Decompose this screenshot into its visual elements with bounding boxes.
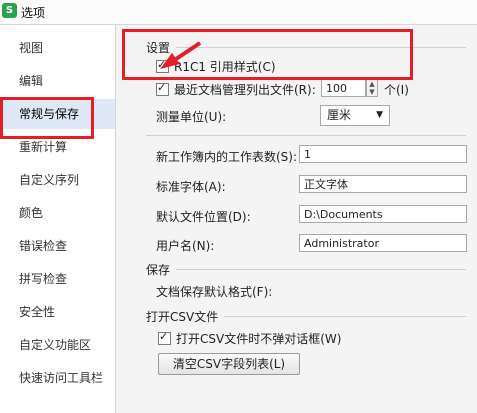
arrow-head [160, 53, 180, 69]
arrow-shaft [174, 41, 202, 61]
annotation-arrow-icon [160, 41, 202, 69]
